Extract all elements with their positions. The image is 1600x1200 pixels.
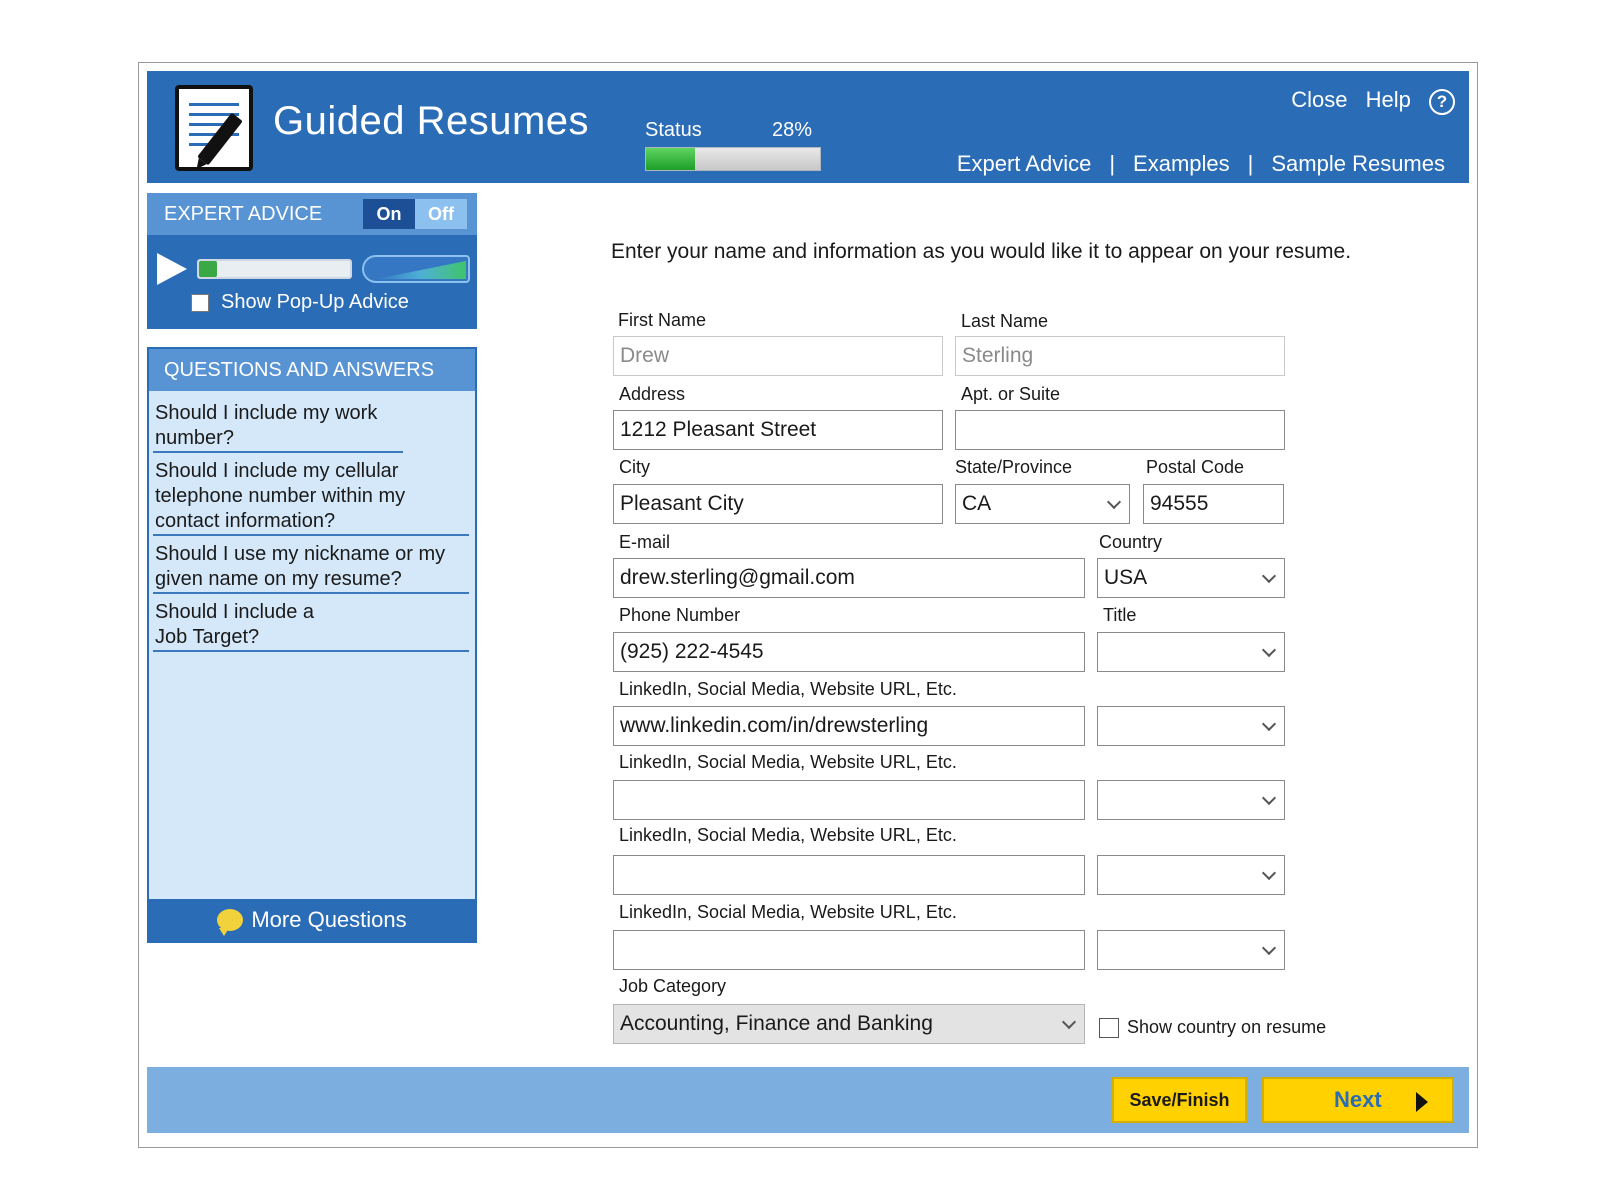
questions-answers-panel: QUESTIONS AND ANSWERS Should I include m… bbox=[147, 347, 477, 943]
play-icon[interactable] bbox=[157, 253, 187, 285]
app-header: Guided Resumes Status 28% Close Help ? E… bbox=[147, 71, 1469, 183]
volume-level bbox=[376, 261, 466, 279]
phone-label: Phone Number bbox=[619, 605, 741, 625]
link-input[interactable] bbox=[613, 855, 1085, 895]
notepad-pen-icon bbox=[175, 85, 253, 171]
country-select[interactable]: USA bbox=[1097, 558, 1285, 598]
chevron-down-icon bbox=[1061, 1014, 1077, 1030]
qa-item[interactable]: Should I include my work number? bbox=[153, 401, 403, 453]
phone-title-label: Title bbox=[1103, 605, 1137, 625]
city-label: City bbox=[619, 457, 650, 477]
more-questions-label: More Questions bbox=[251, 907, 407, 932]
qa-item[interactable]: Should I include a Job Target? bbox=[153, 600, 469, 652]
advice-toggle: On Off bbox=[363, 199, 467, 229]
state-value: CA bbox=[962, 492, 992, 515]
show-country-checkbox[interactable] bbox=[1099, 1017, 1119, 1038]
link-label: LinkedIn, Social Media, Website URL, Etc… bbox=[619, 752, 957, 772]
country-label: Country bbox=[1099, 532, 1163, 552]
expert-advice-title: EXPERT ADVICE bbox=[164, 203, 323, 225]
address-input[interactable]: 1212 Pleasant Street bbox=[613, 410, 943, 450]
last-name-label: Last Name bbox=[961, 311, 1049, 331]
nav-examples[interactable]: Examples bbox=[1133, 151, 1230, 176]
arrow-right-icon bbox=[1416, 1092, 1428, 1112]
status-percent: 28% bbox=[772, 119, 813, 141]
link-type-select[interactable] bbox=[1097, 930, 1285, 970]
toggle-off-button[interactable]: Off bbox=[415, 199, 467, 229]
address-label: Address bbox=[619, 384, 686, 404]
nav-sample-resumes[interactable]: Sample Resumes bbox=[1271, 151, 1445, 176]
status-label: Status bbox=[645, 119, 702, 141]
chevron-down-icon bbox=[1261, 865, 1277, 881]
postal-code-input[interactable]: 94555 bbox=[1143, 484, 1284, 524]
state-select[interactable]: CA bbox=[955, 484, 1130, 524]
nav-expert-advice[interactable]: Expert Advice bbox=[957, 151, 1092, 176]
link-type-select[interactable] bbox=[1097, 706, 1285, 746]
state-label: State/Province bbox=[955, 457, 1073, 477]
save-finish-button[interactable]: Save/Finish bbox=[1112, 1077, 1247, 1123]
chevron-down-icon bbox=[1261, 790, 1277, 806]
link-label: LinkedIn, Social Media, Website URL, Etc… bbox=[619, 679, 957, 699]
status-progress-fill bbox=[646, 148, 695, 170]
qa-title: QUESTIONS AND ANSWERS bbox=[164, 359, 435, 381]
expert-advice-panel: EXPERT ADVICE On Off Show Pop-Up Advice bbox=[147, 193, 477, 329]
first-name-input[interactable]: Drew bbox=[613, 336, 943, 376]
qa-item[interactable]: Should I include my cellular telephone n… bbox=[153, 459, 469, 536]
phone-input[interactable]: (925) 222-4545 bbox=[613, 632, 1085, 672]
link-label: LinkedIn, Social Media, Website URL, Etc… bbox=[619, 902, 957, 922]
job-category-value: Accounting, Finance and Banking bbox=[620, 1012, 933, 1035]
show-popup-label: Show Pop-Up Advice bbox=[221, 291, 409, 313]
help-icon[interactable]: ? bbox=[1429, 89, 1455, 115]
nav-separator: | bbox=[1247, 151, 1254, 176]
country-value: USA bbox=[1104, 566, 1148, 589]
show-popup-advice[interactable]: Show Pop-Up Advice bbox=[191, 291, 409, 314]
email-input[interactable]: drew.sterling@gmail.com bbox=[613, 558, 1085, 598]
link-label: LinkedIn, Social Media, Website URL, Etc… bbox=[619, 825, 957, 845]
next-label: Next bbox=[1334, 1087, 1382, 1112]
top-links: Close Help ? bbox=[1279, 87, 1455, 115]
volume-slider[interactable] bbox=[362, 255, 470, 283]
audio-progress-slider[interactable] bbox=[197, 259, 352, 279]
qa-item[interactable]: Should I use my nickname or my given nam… bbox=[153, 542, 469, 594]
first-name-label: First Name bbox=[618, 310, 707, 330]
postal-code-label: Postal Code bbox=[1146, 457, 1245, 477]
link-input[interactable] bbox=[613, 930, 1085, 970]
app-title: Guided Resumes bbox=[273, 99, 590, 143]
show-popup-checkbox[interactable] bbox=[191, 293, 209, 312]
chevron-down-icon bbox=[1261, 716, 1277, 732]
show-country-option[interactable]: Show country on resume bbox=[1099, 1017, 1326, 1038]
form-intro: Enter your name and information as you w… bbox=[611, 240, 1352, 263]
expert-advice-header: EXPERT ADVICE On Off bbox=[147, 193, 477, 235]
chevron-down-icon bbox=[1261, 940, 1277, 956]
last-name-input[interactable]: Sterling bbox=[955, 336, 1285, 376]
apt-input[interactable] bbox=[955, 410, 1285, 450]
chevron-down-icon bbox=[1106, 494, 1122, 510]
city-input[interactable]: Pleasant City bbox=[613, 484, 943, 524]
qa-header: QUESTIONS AND ANSWERS bbox=[149, 349, 475, 391]
link-type-select[interactable] bbox=[1097, 855, 1285, 895]
header-nav: Expert Advice | Examples | Sample Resumes bbox=[957, 151, 1445, 177]
toggle-on-button[interactable]: On bbox=[363, 199, 415, 229]
apt-label: Apt. or Suite bbox=[961, 384, 1061, 404]
next-button[interactable]: Next bbox=[1262, 1077, 1454, 1123]
link-input[interactable]: www.linkedin.com/in/drewsterling bbox=[613, 706, 1085, 746]
nav-separator: | bbox=[1109, 151, 1116, 176]
phone-type-select[interactable] bbox=[1097, 632, 1285, 672]
link-input[interactable] bbox=[613, 780, 1085, 820]
job-category-label: Job Category bbox=[619, 976, 727, 996]
status-progress-bar bbox=[645, 147, 821, 171]
speech-bubble-icon bbox=[217, 909, 244, 936]
chevron-down-icon bbox=[1261, 642, 1277, 658]
show-country-label: Show country on resume bbox=[1127, 1017, 1327, 1037]
chevron-down-icon bbox=[1261, 568, 1277, 584]
email-label: E-mail bbox=[619, 532, 671, 552]
audio-progress-fill bbox=[199, 261, 217, 277]
close-link[interactable]: Close bbox=[1291, 87, 1347, 112]
more-questions-button[interactable]: More Questions bbox=[149, 899, 475, 941]
help-link[interactable]: Help bbox=[1366, 87, 1411, 112]
link-type-select[interactable] bbox=[1097, 780, 1285, 820]
job-category-select[interactable]: Accounting, Finance and Banking bbox=[613, 1004, 1085, 1044]
